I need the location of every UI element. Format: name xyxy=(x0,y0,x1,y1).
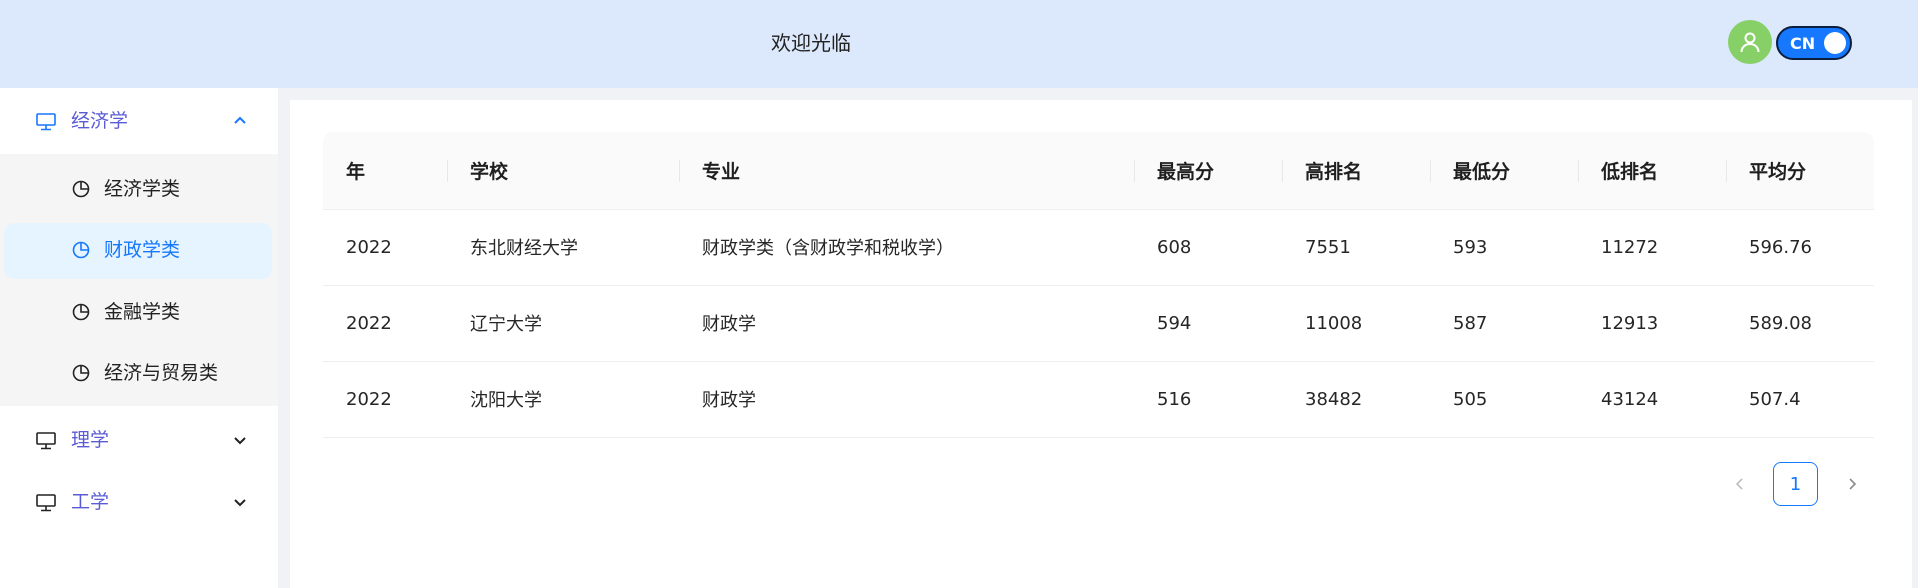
pagination-page-1[interactable]: 1 xyxy=(1773,462,1818,506)
column-header-max-score: 最高分 xyxy=(1134,132,1282,210)
table-cell: 43124 xyxy=(1578,361,1726,438)
table-cell: 507.4 xyxy=(1726,361,1874,438)
column-header-avg-score: 平均分 xyxy=(1726,132,1874,210)
desktop-icon xyxy=(36,432,56,450)
user-avatar[interactable] xyxy=(1728,20,1772,64)
table-cell: 财政学类（含财政学和税收学） xyxy=(679,209,1134,286)
table-cell: 608 xyxy=(1134,209,1282,286)
menu-group-engineering[interactable]: 工学 xyxy=(0,472,278,532)
submenu-item-label: 财政学类 xyxy=(104,239,181,261)
table-cell: 7551 xyxy=(1282,209,1430,286)
table-cell: 587 xyxy=(1430,285,1578,362)
table-cell: 593 xyxy=(1430,209,1578,286)
main-content: 年 学校 专业 最高分 高排名 最低分 低排名 平均分 2022 东北财经大学 … xyxy=(290,100,1912,588)
toggle-knob xyxy=(1824,32,1846,54)
column-header-low-rank: 低排名 xyxy=(1578,132,1726,210)
menu-group-science[interactable]: 理学 xyxy=(0,410,278,470)
score-table: 年 学校 专业 最高分 高排名 最低分 低排名 平均分 2022 东北财经大学 … xyxy=(323,132,1874,438)
chevron-left-icon xyxy=(1735,478,1743,490)
submenu-item-public-finance[interactable]: 财政学类 xyxy=(0,223,278,279)
language-label: CN xyxy=(1790,34,1816,53)
pagination-next-button[interactable] xyxy=(1836,462,1868,506)
menu-group-label: 理学 xyxy=(71,429,110,451)
table-cell: 589.08 xyxy=(1726,285,1874,362)
column-header-school: 学校 xyxy=(447,132,679,210)
table-cell: 11272 xyxy=(1578,209,1726,286)
table-row: 2022 沈阳大学 财政学 516 38482 505 43124 507.4 xyxy=(323,361,1874,438)
table-cell: 财政学 xyxy=(679,285,1134,362)
user-icon xyxy=(1740,32,1760,53)
menu-group-label: 经济学 xyxy=(71,110,129,132)
chevron-down-icon xyxy=(234,437,246,445)
table-cell: 2022 xyxy=(323,209,447,286)
submenu-item-label: 经济与贸易类 xyxy=(104,362,219,384)
desktop-icon xyxy=(36,494,56,512)
submenu-item-economics-trade[interactable]: 经济与贸易类 xyxy=(0,346,278,402)
pie-chart-icon xyxy=(72,241,90,259)
table-header-row: 年 学校 专业 最高分 高排名 最低分 低排名 平均分 xyxy=(323,132,1874,210)
column-header-min-score: 最低分 xyxy=(1430,132,1578,210)
menu-group-economics[interactable]: 经济学 xyxy=(0,91,278,151)
table-cell: 2022 xyxy=(323,361,447,438)
pie-chart-icon xyxy=(72,180,90,198)
chevron-down-icon xyxy=(234,499,246,507)
chevron-up-icon xyxy=(234,116,246,124)
submenu-item-finance[interactable]: 金融学类 xyxy=(0,285,278,341)
table-cell: 2022 xyxy=(323,285,447,362)
table-cell: 财政学 xyxy=(679,361,1134,438)
table-cell: 12913 xyxy=(1578,285,1726,362)
pie-chart-icon xyxy=(72,364,90,382)
table-cell: 505 xyxy=(1430,361,1578,438)
table-row: 2022 辽宁大学 财政学 594 11008 587 12913 589.08 xyxy=(323,285,1874,362)
pie-chart-icon xyxy=(72,303,90,321)
column-header-year: 年 xyxy=(323,132,447,210)
welcome-title: 欢迎光临 xyxy=(771,31,851,55)
table-cell: 沈阳大学 xyxy=(447,361,679,438)
table-cell: 辽宁大学 xyxy=(447,285,679,362)
top-header: 欢迎光临 CN xyxy=(0,0,1918,88)
submenu-item-label: 经济学类 xyxy=(104,178,181,200)
column-header-high-rank: 高排名 xyxy=(1282,132,1430,210)
pagination-prev-button[interactable] xyxy=(1724,462,1756,506)
sidebar: 经济学 经济学类 财政学类 金融学类 经济与贸易类 理学 工学 xyxy=(0,88,278,588)
submenu-item-label: 金融学类 xyxy=(104,301,181,323)
table-cell: 38482 xyxy=(1282,361,1430,438)
table-cell: 11008 xyxy=(1282,285,1430,362)
chevron-right-icon xyxy=(1849,478,1857,490)
menu-group-label: 工学 xyxy=(71,491,110,513)
submenu-item-economics[interactable]: 经济学类 xyxy=(0,162,278,218)
table-cell: 594 xyxy=(1134,285,1282,362)
table-cell: 596.76 xyxy=(1726,209,1874,286)
table-row: 2022 东北财经大学 财政学类（含财政学和税收学） 608 7551 593 … xyxy=(323,209,1874,286)
table-cell: 东北财经大学 xyxy=(447,209,679,286)
table-cell: 516 xyxy=(1134,361,1282,438)
language-toggle[interactable]: CN xyxy=(1776,26,1852,60)
desktop-icon xyxy=(36,113,56,131)
column-header-major: 专业 xyxy=(679,132,1134,210)
